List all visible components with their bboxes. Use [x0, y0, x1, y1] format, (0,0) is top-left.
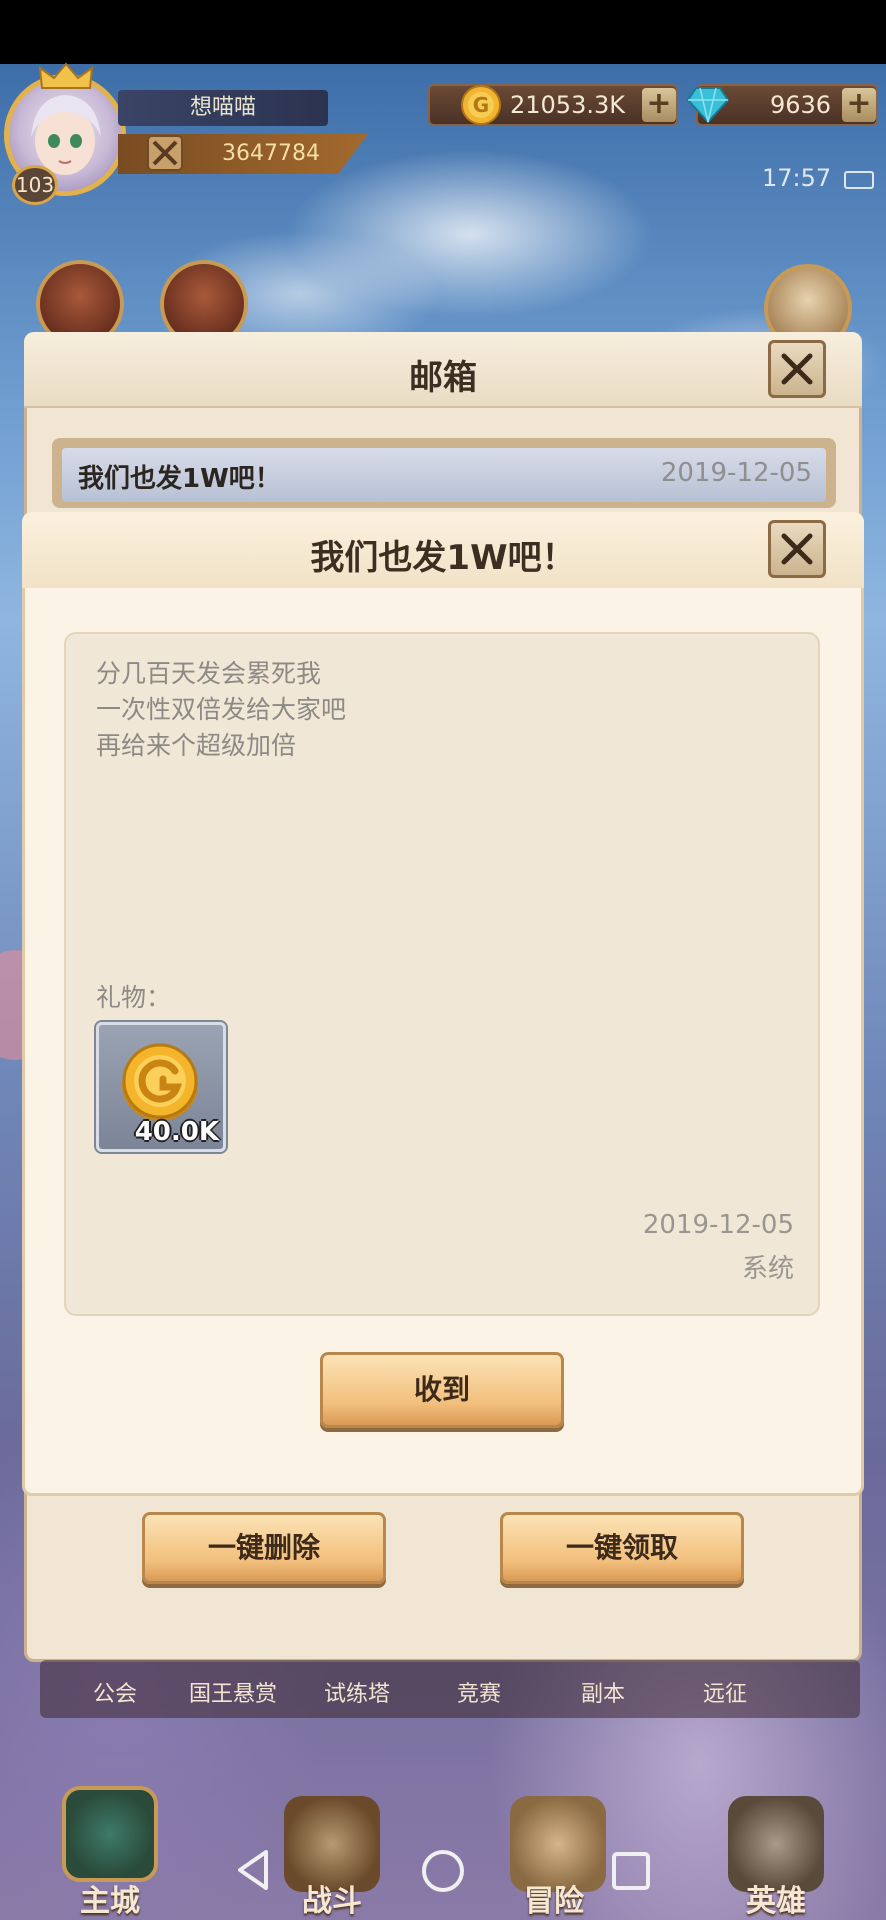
mailbox-title: 邮箱 — [409, 358, 477, 398]
diamond-icon — [686, 87, 730, 124]
receive-button[interactable]: 收到 — [320, 1352, 564, 1428]
claim-all-button[interactable]: 一键领取 — [500, 1512, 744, 1584]
nav-guild[interactable]: 公会 — [60, 1676, 170, 1708]
bottom-nav-main-city[interactable]: 主城 — [40, 1876, 180, 1920]
mail-detail-close-button[interactable] — [768, 520, 826, 578]
gift-item-slot[interactable]: 40.0K — [96, 1022, 226, 1152]
mail-body-line: 再给来个超级加倍 — [96, 731, 297, 760]
main-city-icon — [62, 1786, 158, 1882]
bottom-nav-battle[interactable]: 战斗 — [262, 1876, 402, 1920]
clock: 17:57 — [762, 164, 832, 192]
mailbox-header: 邮箱 — [24, 332, 862, 408]
bottom-nav-heroes[interactable]: 英雄 — [706, 1876, 846, 1920]
gift-label: 礼物： — [96, 983, 172, 1012]
gold-amount: 21053.3K — [510, 91, 625, 119]
mail-detail-date: 2019-12-05 — [642, 1210, 794, 1240]
add-gems-button[interactable]: + — [842, 88, 876, 122]
player-name: 想喵喵 — [118, 90, 328, 126]
mail-detail-title: 我们也发1W吧！ — [310, 538, 576, 578]
nav-contest[interactable]: 竞赛 — [424, 1676, 534, 1708]
nav-expedition[interactable]: 远征 — [670, 1676, 780, 1708]
mail-detail-header: 我们也发1W吧！ — [22, 512, 864, 588]
mail-body-line: 分几百天发会累死我 — [96, 659, 322, 688]
mail-detail-sender: 系统 — [741, 1254, 794, 1284]
recent-apps-icon[interactable] — [610, 1850, 652, 1892]
mail-body-line: 一次性双倍发给大家吧 — [96, 695, 347, 724]
mail-list-item[interactable]: 我们也发1W吧！ 2019-12-05 — [62, 448, 826, 502]
close-icon — [781, 533, 813, 565]
back-icon[interactable] — [232, 1848, 276, 1892]
gold-coin-icon: G — [461, 85, 501, 125]
nav-dungeon[interactable]: 副本 — [548, 1676, 658, 1708]
close-icon — [781, 353, 813, 385]
nav-trial-tower[interactable]: 试练塔 — [302, 1676, 412, 1708]
mail-item-subject: 我们也发1W吧！ — [78, 464, 281, 494]
crown-icon — [38, 62, 94, 89]
add-gold-button[interactable]: + — [642, 88, 676, 122]
svg-text:G: G — [473, 93, 489, 117]
mailbox-close-button[interactable] — [768, 340, 826, 398]
mail-item-date: 2019-12-05 — [660, 458, 812, 488]
nav-king-bounty[interactable]: 国王悬赏 — [178, 1676, 288, 1708]
battery-icon — [844, 171, 874, 189]
crossed-swords-icon — [147, 135, 183, 171]
delete-all-button[interactable]: 一键删除 — [142, 1512, 386, 1584]
player-level-badge: 103 — [12, 165, 58, 205]
gift-amount: 40.0K — [134, 1117, 219, 1147]
gold-coin-icon — [122, 1043, 198, 1121]
status-bar — [0, 0, 886, 64]
home-icon[interactable] — [420, 1848, 466, 1894]
bottom-nav-adventure[interactable]: 冒险 — [484, 1876, 624, 1920]
gem-amount: 9636 — [770, 91, 832, 119]
